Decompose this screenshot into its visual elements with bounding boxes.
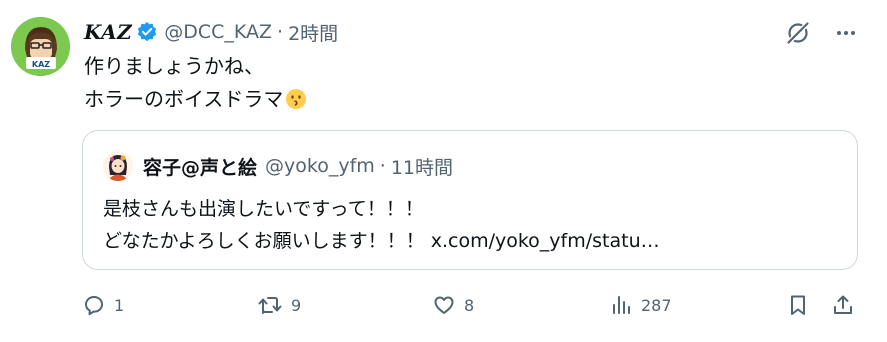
- quoted-tweet-header: 容子@声と絵 @yoko_yfm · 11時間: [103, 151, 453, 181]
- quoted-tweet-body: 是枝さんも出演したいですって！！！ どなたかよろしくお願いします！！！ x.co…: [103, 193, 660, 257]
- quoted-header-separator: ·: [379, 155, 386, 177]
- repost-count: 9: [291, 295, 302, 315]
- quoted-author-avatar[interactable]: [103, 151, 133, 181]
- tweet-timestamp[interactable]: 2時間: [288, 19, 338, 46]
- tweet-body: 作りましょうかね、 ホラーのボイスドラマ: [84, 50, 307, 116]
- svg-text:KAZ: KAZ: [32, 60, 50, 69]
- tweet-top-actions: [783, 18, 861, 48]
- repost-icon: [257, 293, 283, 317]
- tweet-text-line-2-text: ホラーのボイスドラマ: [84, 87, 284, 111]
- more-options-icon[interactable]: [831, 18, 861, 48]
- quoted-tweet-timestamp[interactable]: 11時間: [391, 153, 453, 180]
- reply-count: 1: [114, 295, 125, 315]
- like-button[interactable]: 8: [432, 289, 474, 321]
- tweet-card[interactable]: KAZ KAZ @DCC_KAZ · 2時間 作りましょうかね、 ホラーのボイス…: [0, 0, 887, 342]
- views-count: 287: [641, 295, 672, 315]
- views-chart-icon: [609, 293, 633, 317]
- author-handle[interactable]: @DCC_KAZ: [164, 21, 272, 43]
- quoted-author-avatar-image: [103, 151, 133, 181]
- bookmark-button[interactable]: [786, 289, 810, 321]
- reply-icon: [82, 293, 106, 317]
- tweet-header: KAZ @DCC_KAZ · 2時間: [84, 18, 338, 46]
- heart-icon: [432, 293, 456, 317]
- header-separator: ·: [277, 21, 284, 43]
- grok-icon[interactable]: [783, 18, 813, 48]
- repost-button[interactable]: 9: [257, 289, 301, 321]
- quoted-tweet-link[interactable]: x.com/yoko_yfm/statu…: [431, 230, 660, 252]
- author-avatar-image: KAZ: [11, 17, 70, 76]
- share-icon: [831, 293, 855, 317]
- bookmark-icon: [786, 293, 810, 317]
- verified-badge-icon[interactable]: [136, 21, 158, 43]
- quoted-text-line-2-text: どなたかよろしくお願いします！！！: [103, 230, 425, 252]
- tweet-text-line-1: 作りましょうかね、: [84, 54, 264, 78]
- share-button[interactable]: [831, 289, 855, 321]
- tweet-text-line-2: ホラーのボイスドラマ: [84, 83, 307, 116]
- author-avatar[interactable]: KAZ: [11, 17, 70, 76]
- quoted-tweet[interactable]: 容子@声と絵 @yoko_yfm · 11時間 是枝さんも出演したいですって！！…: [82, 130, 858, 270]
- quoted-text-line-2: どなたかよろしくお願いします！！！ x.com/yoko_yfm/statu…: [103, 225, 660, 257]
- views-button[interactable]: 287: [609, 289, 672, 321]
- quoted-author-display-name[interactable]: 容子@声と絵: [143, 153, 257, 180]
- author-display-name[interactable]: KAZ: [84, 20, 132, 44]
- kissing-face-emoji-icon: [285, 87, 307, 109]
- quoted-text-line-1: 是枝さんも出演したいですって！！！: [103, 198, 424, 220]
- quoted-author-handle[interactable]: @yoko_yfm: [265, 155, 375, 177]
- reply-button[interactable]: 1: [82, 289, 124, 321]
- tweet-action-bar: 1 9 8 287: [82, 289, 862, 321]
- like-count: 8: [464, 295, 475, 315]
